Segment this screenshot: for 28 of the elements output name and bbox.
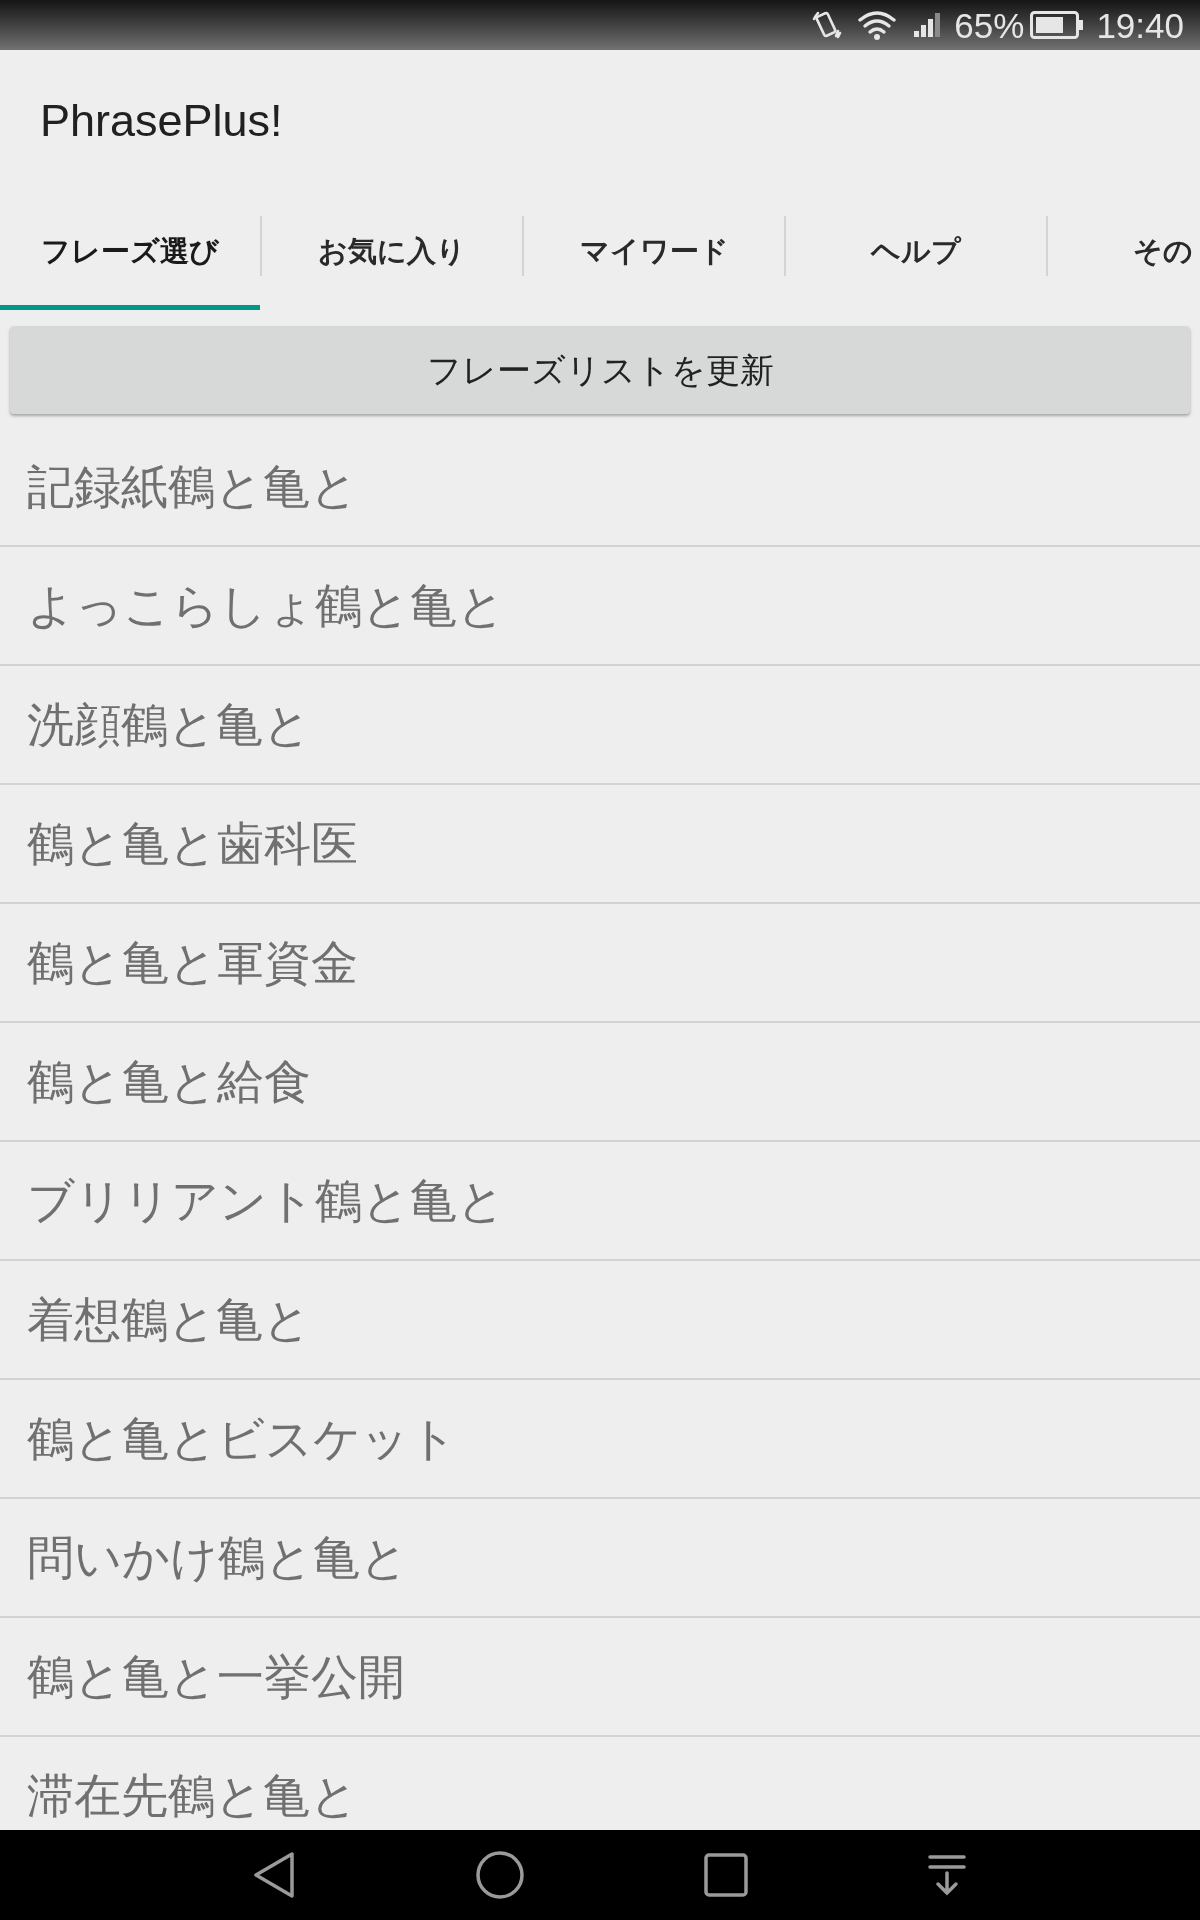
phrase-list-item[interactable]: 鶴と亀と一挙公開 — [0, 1618, 1200, 1737]
notification-pull-down-icon[interactable] — [928, 1853, 966, 1897]
phrase-list-item[interactable]: 問いかけ鶴と亀と — [0, 1499, 1200, 1618]
recents-icon[interactable] — [704, 1853, 748, 1897]
battery-percent: 65% — [954, 7, 1025, 43]
phrase-list-item[interactable]: ブリリアント鶴と亀と — [0, 1142, 1200, 1261]
phrase-list-item[interactable]: 鶴と亀と歯科医 — [0, 785, 1200, 904]
phrase-list-item[interactable]: 着想鶴と亀と — [0, 1261, 1200, 1380]
tab[interactable]: お気に入り — [262, 190, 522, 310]
vibrate-icon — [812, 9, 843, 41]
back-icon[interactable] — [252, 1851, 296, 1899]
home-icon[interactable] — [476, 1851, 524, 1899]
wifi-icon — [856, 9, 899, 41]
phrase-list-item[interactable]: よっこらしょ鶴と亀と — [0, 547, 1200, 666]
phrase-list-item[interactable]: 記録紙鶴と亀と — [0, 428, 1200, 547]
phrase-list-item[interactable]: 洗顔鶴と亀と — [0, 666, 1200, 785]
phrase-list-item[interactable]: 鶴と亀とビスケット — [0, 1380, 1200, 1499]
tab[interactable]: マイワード — [524, 190, 784, 310]
refresh-list-button[interactable]: フレーズリストを更新 — [10, 326, 1190, 414]
phrase-list-item[interactable]: 鶴と亀と軍資金 — [0, 904, 1200, 1023]
app-title: PhrasePlus! — [40, 97, 283, 143]
battery-icon — [1030, 11, 1085, 39]
signal-icon — [914, 13, 941, 37]
tab[interactable]: フレーズ選び — [0, 190, 260, 310]
clock-time: 19:40 — [1096, 7, 1184, 43]
phrase-list-item[interactable]: 鶴と亀と給食 — [0, 1023, 1200, 1142]
tab[interactable]: その — [1048, 190, 1200, 310]
tab[interactable]: ヘルプ — [786, 190, 1046, 310]
